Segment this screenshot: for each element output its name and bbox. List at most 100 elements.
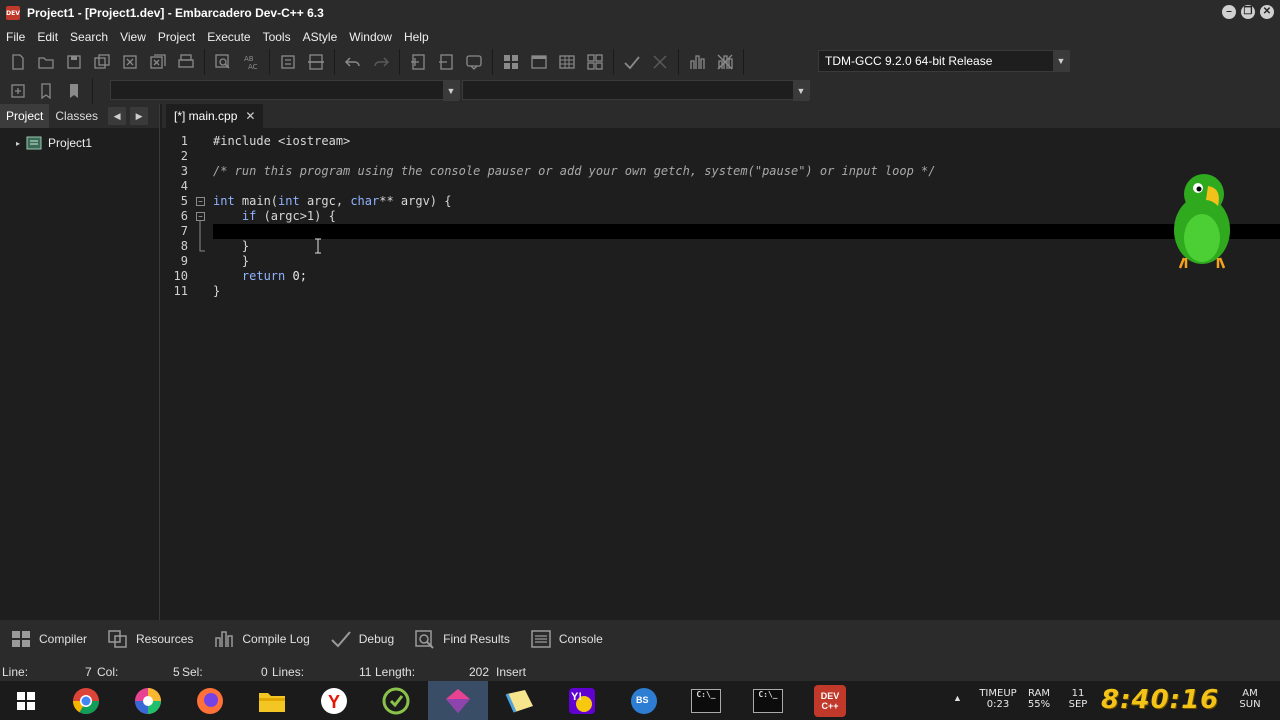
remove-project-icon — [439, 54, 453, 70]
editor-tab-bar: [*] main.cpp ✕ — [162, 104, 1280, 128]
save-all-button[interactable] — [91, 51, 113, 73]
syntax-check-button[interactable] — [621, 51, 643, 73]
tab-compile-log[interactable]: Compile Log — [203, 620, 319, 657]
taskbar-bs[interactable]: BS — [628, 685, 660, 717]
chart-icon — [215, 630, 234, 647]
taskbar-devcpp[interactable]: DEV C++ — [814, 685, 846, 717]
close-file-button[interactable] — [119, 51, 141, 73]
menu-help[interactable]: Help — [398, 30, 435, 44]
compile-button[interactable] — [500, 51, 522, 73]
taskbar-app-notes[interactable] — [504, 685, 536, 717]
close-all-icon — [150, 54, 166, 69]
fold-toggle-icon[interactable]: − — [196, 212, 205, 221]
chevron-left-icon[interactable]: ◀ — [108, 107, 127, 125]
taskbar-yandex[interactable]: Y — [318, 685, 350, 717]
status-bar: Line: 7 Col: 5 Sel: 0 Lines: 11 Length: … — [0, 657, 1280, 681]
tab-label: [*] main.cpp — [174, 109, 238, 123]
tab-find-results[interactable]: Find Results — [404, 620, 520, 657]
close-all-button[interactable] — [147, 51, 169, 73]
toggle-bookmark-button[interactable] — [35, 80, 57, 102]
profile-button[interactable] — [686, 51, 708, 73]
start-button[interactable] — [10, 685, 42, 717]
chevron-right-icon[interactable]: ▶ — [130, 107, 149, 125]
goto-bookmark-button[interactable] — [63, 80, 85, 102]
print-icon — [178, 54, 194, 68]
taskbar-app-colorful[interactable] — [132, 685, 164, 717]
delete-profile-button[interactable] — [714, 51, 736, 73]
fold-line-icon — [199, 221, 205, 252]
minimize-button[interactable]: – — [1222, 5, 1236, 19]
function-browser-combo[interactable]: ▼ — [462, 80, 810, 101]
chevron-down-icon[interactable]: ▼ — [1053, 51, 1069, 71]
goto-bookmark-icon — [70, 83, 78, 98]
find-icon — [415, 629, 434, 649]
tab-main-cpp[interactable]: [*] main.cpp ✕ — [166, 104, 264, 128]
code-text: } — [213, 284, 221, 298]
restore-button[interactable]: ❐ — [1241, 5, 1255, 19]
code-editor[interactable]: 1 2 3 4 5 6 7 8 9 10 11 − − #include <io… — [162, 128, 1280, 620]
line-number: 2 — [180, 149, 188, 163]
open-button[interactable] — [35, 51, 57, 73]
undo-button[interactable] — [342, 51, 364, 73]
menu-execute[interactable]: Execute — [201, 30, 256, 44]
menu-edit[interactable]: Edit — [31, 30, 64, 44]
tab-debug[interactable]: Debug — [320, 620, 404, 657]
date-widget: 11 SEP — [1064, 688, 1092, 710]
run-button[interactable] — [528, 51, 550, 73]
menu-view[interactable]: View — [114, 30, 152, 44]
menu-tools[interactable]: Tools — [257, 30, 297, 44]
tab-classes[interactable]: Classes — [49, 104, 104, 128]
find-button[interactable] — [212, 51, 234, 73]
chevron-down-icon[interactable]: ▼ — [793, 81, 809, 101]
tab-compiler[interactable]: Compiler — [0, 620, 97, 657]
taskbar-firefox[interactable] — [194, 685, 226, 717]
close-icon[interactable]: ✕ — [245, 104, 255, 128]
project-options-icon — [466, 55, 482, 70]
tab-console[interactable]: Console — [520, 620, 613, 657]
taskbar-app-active[interactable] — [428, 681, 488, 720]
menu-window[interactable]: Window — [343, 30, 398, 44]
taskbar-app-green[interactable] — [380, 685, 412, 717]
project-options-button[interactable] — [463, 51, 485, 73]
print-button[interactable] — [175, 51, 197, 73]
code-line-5: int main(int argc, char** argv) { — [213, 194, 1280, 209]
taskbar-console-2[interactable]: C:\_ — [752, 685, 784, 717]
compiler-select[interactable]: TDM-GCC 9.2.0 64-bit Release ▼ — [818, 50, 1070, 72]
taskbar: Y Y! BS C:\_ C:\_ DEV C++ ▲ TIMEUP 0:23 … — [0, 681, 1280, 720]
menu-project[interactable]: Project — [152, 30, 201, 44]
taskbar-console-1[interactable]: C:\_ — [690, 685, 722, 717]
close-button[interactable]: ✕ — [1260, 5, 1274, 19]
save-button[interactable] — [63, 51, 85, 73]
stop-button[interactable] — [649, 51, 671, 73]
tree-item-project1[interactable]: ▸ Project1 — [16, 136, 92, 150]
rebuild-button[interactable] — [584, 51, 606, 73]
menu-search[interactable]: Search — [64, 30, 114, 44]
unindent-button[interactable] — [305, 51, 327, 73]
taskbar-chrome[interactable] — [70, 685, 102, 717]
new-project-button[interactable] — [407, 51, 429, 73]
code-text: } — [213, 254, 250, 268]
tray-chevron-up-icon[interactable]: ▲ — [953, 693, 962, 703]
compile-run-button[interactable] — [556, 51, 578, 73]
chevron-down-icon[interactable]: ▼ — [443, 81, 459, 101]
cmd-icon: C:\_ — [691, 689, 721, 713]
taskbar-yahoo[interactable]: Y! — [566, 685, 598, 717]
replace-button[interactable]: AB AC — [240, 51, 262, 73]
expand-icon[interactable]: ▸ — [16, 139, 20, 148]
remove-project-button[interactable] — [435, 51, 457, 73]
tab-resources[interactable]: Resources — [97, 620, 203, 657]
redo-button[interactable] — [370, 51, 392, 73]
menu-astyle[interactable]: AStyle — [297, 30, 344, 44]
tab-project[interactable]: Project — [0, 104, 50, 128]
menu-file[interactable]: File — [0, 30, 31, 44]
new-file-button[interactable] — [7, 51, 29, 73]
taskbar-file-explorer[interactable] — [256, 685, 288, 717]
gem-icon — [446, 688, 470, 713]
indent-button[interactable] — [277, 51, 299, 73]
fold-toggle-icon[interactable]: − — [196, 197, 205, 206]
timeup-widget: TIMEUP 0:23 — [976, 688, 1020, 710]
insert-button[interactable] — [7, 80, 29, 102]
app-icon: DEV — [6, 6, 20, 20]
bookmark-icon — [41, 82, 51, 99]
class-browser-combo[interactable]: ▼ — [110, 80, 460, 101]
